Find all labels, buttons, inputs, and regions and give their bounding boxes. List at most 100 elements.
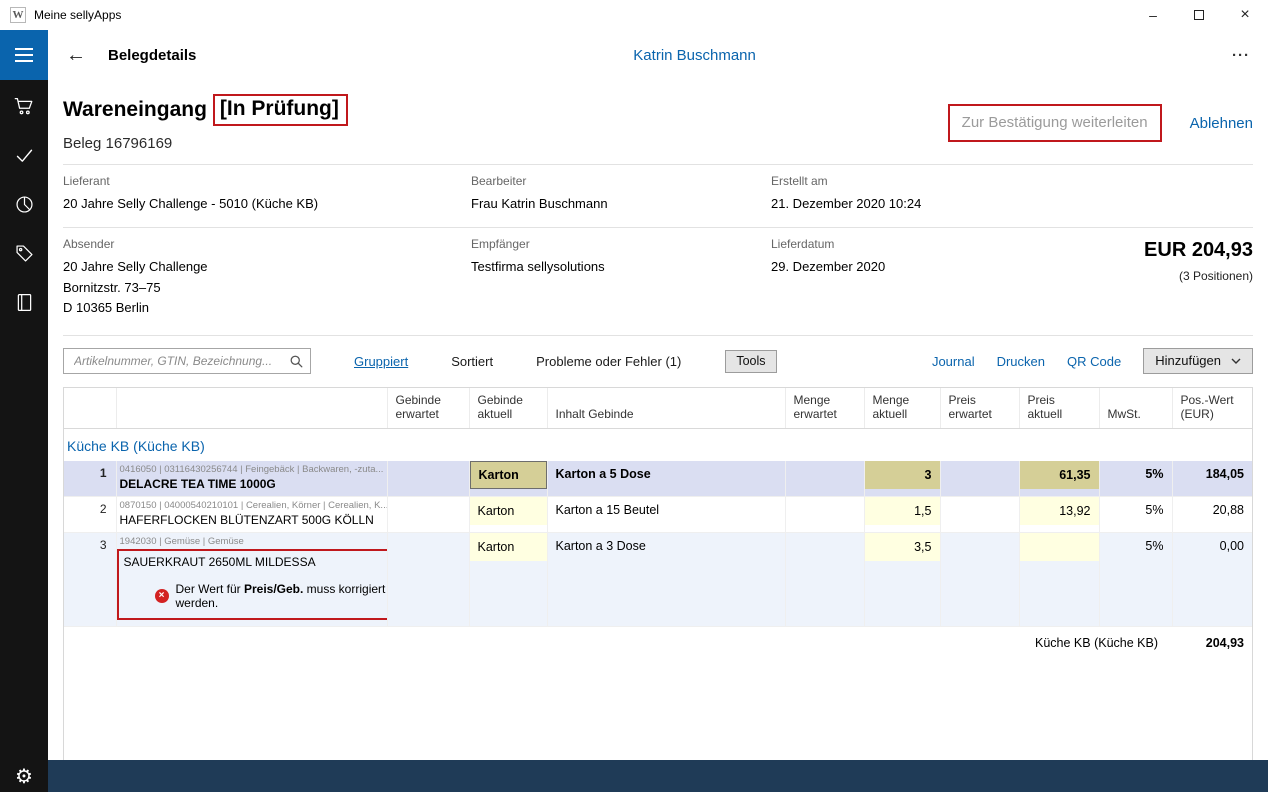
sidebar-item-prices[interactable]	[10, 242, 38, 264]
sidebar-item-tasks[interactable]	[10, 144, 38, 166]
article-meta: 0870150 | 04000540210101 | Cerealien, Kö…	[117, 497, 387, 511]
user-name-link[interactable]: Katrin Buschmann	[633, 47, 756, 64]
menge-aktuell-cell[interactable]: 1,5	[865, 497, 940, 525]
absender-field: Absender 20 Jahre Selly Challenge Bornit…	[63, 237, 471, 319]
lieferdatum-field: Lieferdatum 29. Dezember 2020	[771, 237, 1143, 319]
qr-code-link[interactable]: QR Code	[1067, 354, 1121, 369]
search-box	[63, 348, 311, 374]
preis-aktuell-cell[interactable]: 61,35	[1020, 461, 1099, 489]
hamburger-menu-button[interactable]	[0, 30, 48, 80]
gebinde-erwartet-cell	[387, 461, 469, 497]
preis-aktuell-cell[interactable]	[1020, 533, 1099, 561]
list-toolbar: Gruppiert Sortiert Probleme oder Fehler …	[63, 336, 1253, 387]
row-number: 3	[64, 533, 116, 627]
header-menge-aktuell[interactable]: Menge aktuell	[864, 388, 940, 429]
maximize-icon	[1194, 10, 1204, 20]
mwst-cell: 5%	[1099, 533, 1172, 627]
inhalt-gebinde-cell: Karton a 5 Dose	[547, 461, 785, 497]
total-block: EUR 204,93 (3 Positionen)	[1143, 237, 1253, 319]
gear-icon: ⚙	[15, 767, 33, 787]
book-icon	[14, 292, 35, 313]
table-row-3[interactable]: 3 1942030 | Gemüse | Gemüse SAUERKRAUT 2…	[64, 533, 1252, 627]
bearbeiter-value: Frau Katrin Buschmann	[471, 194, 771, 215]
menge-erwartet-cell	[785, 497, 864, 533]
absender-line1: 20 Jahre Selly Challenge	[63, 257, 471, 278]
more-options-icon[interactable]: ···	[1232, 47, 1250, 64]
empfaenger-value: Testfirma sellysolutions	[471, 257, 771, 278]
header-menge-erwartet[interactable]: Menge erwartet	[785, 388, 864, 429]
app-window: W Meine sellyApps – ×	[0, 0, 1268, 792]
bearbeiter-field: Bearbeiter Frau Katrin Buschmann	[471, 174, 771, 215]
gebinde-aktuell-cell[interactable]: Karton	[470, 497, 547, 525]
header-preis-aktuell[interactable]: Preis aktuell	[1019, 388, 1099, 429]
table-row-1[interactable]: 1 0416050 | 03116430256744 | Feingebäck …	[64, 461, 1252, 497]
forward-button[interactable]: Zur Bestätigung weiterleiten	[962, 114, 1148, 131]
document-number: Beleg 16796169	[63, 135, 348, 152]
add-button-label: Hinzufügen	[1155, 353, 1221, 368]
header-inhalt-gebinde[interactable]: Inhalt Gebinde	[547, 388, 785, 429]
row-error-message: × Der Wert für Preis/Geb. muss korrigier…	[121, 582, 419, 610]
journal-link[interactable]: Journal	[932, 354, 975, 369]
drucken-link[interactable]: Drucken	[997, 354, 1045, 369]
preis-erwartet-cell	[940, 461, 1019, 497]
empfaenger-label: Empfänger	[471, 237, 771, 251]
header-mwst[interactable]: MwSt.	[1099, 388, 1172, 429]
mwst-cell: 5%	[1099, 461, 1172, 497]
header-pos-wert[interactable]: Pos.-Wert (EUR)	[1172, 388, 1252, 429]
footer-group-total: 204,93	[1172, 627, 1252, 660]
sidebar-item-journal[interactable]	[10, 291, 38, 313]
content: Wareneingang [In Prüfung] Beleg 16796169…	[48, 80, 1268, 760]
header-preis-erwartet[interactable]: Preis erwartet	[940, 388, 1019, 429]
reject-button[interactable]: Ablehnen	[1190, 115, 1253, 132]
error-icon: ×	[155, 589, 169, 603]
filter-probleme[interactable]: Probleme oder Fehler (1)	[536, 354, 681, 369]
forward-annotation-box: Zur Bestätigung weiterleiten	[948, 104, 1162, 142]
search-icon[interactable]	[289, 354, 304, 369]
info-row-2: Absender 20 Jahre Selly Challenge Bornit…	[63, 227, 1253, 336]
filter-sortiert[interactable]: Sortiert	[451, 354, 493, 369]
header-num	[64, 388, 116, 429]
maximize-button[interactable]	[1176, 0, 1222, 30]
error-annotation-box: SAUERKRAUT 2650ML MILDESSA × Der Wert fü…	[117, 549, 429, 620]
pos-wert-cell: 0,00	[1172, 533, 1252, 627]
row-number: 1	[64, 461, 116, 497]
app-logo-icon: W	[10, 7, 26, 23]
minimize-button[interactable]: –	[1130, 0, 1176, 30]
lieferant-label: Lieferant	[63, 174, 471, 188]
bearbeiter-label: Bearbeiter	[471, 174, 771, 188]
filter-gruppiert[interactable]: Gruppiert	[354, 354, 408, 369]
close-button[interactable]: ×	[1222, 0, 1268, 30]
back-arrow-icon[interactable]: ←	[66, 45, 86, 65]
tools-button[interactable]: Tools	[725, 350, 776, 373]
table-row-2[interactable]: 2 0870150 | 04000540210101 | Cerealien, …	[64, 497, 1252, 533]
error-text: Der Wert für Preis/Geb. muss korrigiert …	[176, 582, 419, 610]
article-name: HAFERFLOCKEN BLÜTENZART 500G KÖLLN	[117, 511, 387, 532]
menge-aktuell-cell[interactable]: 3,5	[865, 533, 940, 561]
gebinde-erwartet-cell	[387, 497, 469, 533]
document-type: Wareneingang	[63, 98, 207, 122]
total-amount: EUR 204,93	[1143, 239, 1253, 262]
article-name: SAUERKRAUT 2650ML MILDESSA	[121, 553, 419, 574]
gebinde-aktuell-cell[interactable]: Karton	[470, 461, 547, 489]
add-button[interactable]: Hinzufügen	[1143, 348, 1253, 374]
sidebar-item-statistics[interactable]	[10, 193, 38, 215]
header-gebinde-aktuell[interactable]: Gebinde aktuell	[469, 388, 547, 429]
inhalt-gebinde-cell: Karton a 15 Beutel	[547, 497, 785, 533]
empfaenger-field: Empfänger Testfirma sellysolutions	[471, 237, 771, 319]
article-meta: 0416050 | 03116430256744 | Feingebäck | …	[117, 461, 387, 475]
gebinde-erwartet-cell	[387, 533, 469, 627]
header-gebinde-erwartet[interactable]: Gebinde erwartet	[387, 388, 469, 429]
inhalt-gebinde-cell: Karton a 3 Dose	[547, 533, 785, 627]
preis-erwartet-cell	[940, 533, 1019, 627]
lieferdatum-label: Lieferdatum	[771, 237, 1143, 251]
sidebar-item-cart[interactable]	[10, 95, 38, 117]
menge-aktuell-cell[interactable]: 3	[865, 461, 940, 489]
search-input[interactable]	[72, 353, 289, 369]
erstellt-label: Erstellt am	[771, 174, 1253, 188]
preis-aktuell-cell[interactable]: 13,92	[1020, 497, 1099, 525]
hamburger-icon	[15, 48, 33, 50]
gebinde-aktuell-cell[interactable]: Karton	[470, 533, 547, 561]
menge-erwartet-cell	[785, 533, 864, 627]
mwst-cell: 5%	[1099, 497, 1172, 533]
sidebar-item-settings[interactable]: ⚙	[10, 770, 38, 792]
